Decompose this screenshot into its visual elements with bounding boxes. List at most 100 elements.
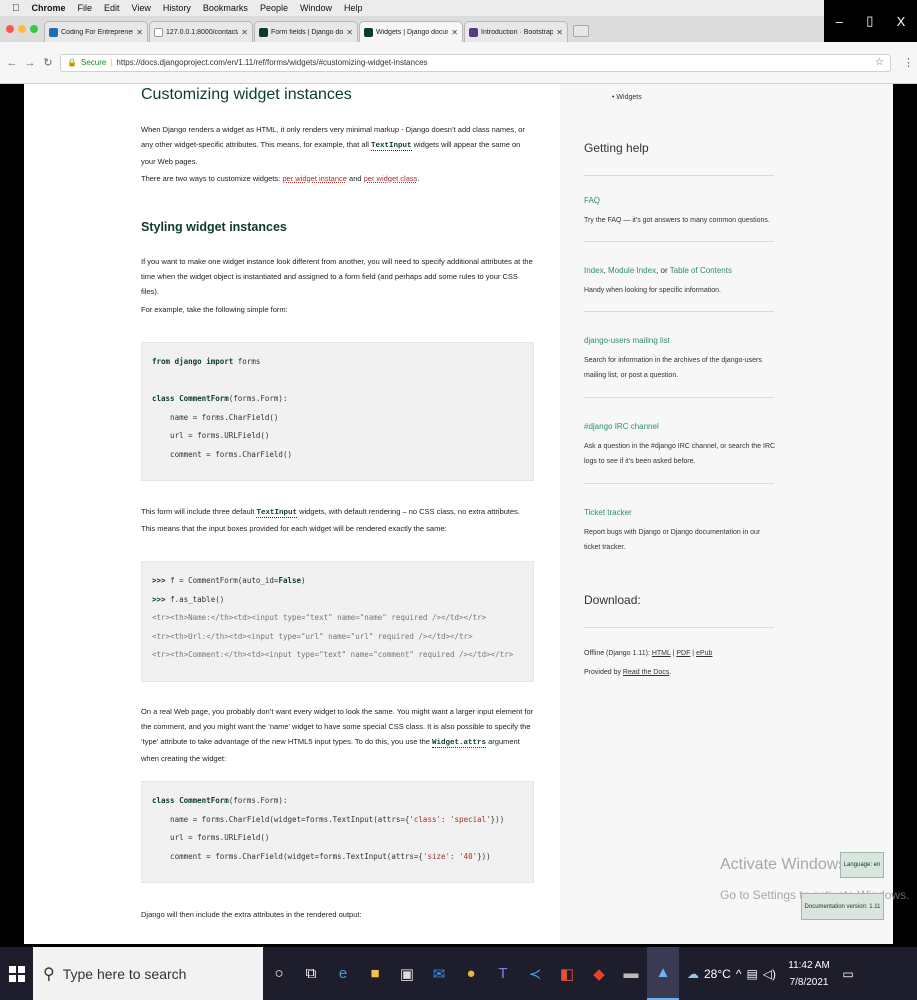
- code-block-attrs: class CommentForm(forms.Form): name = fo…: [141, 781, 534, 883]
- address-bar[interactable]: 🔒 Secure | https://docs.djangoproject.co…: [60, 53, 891, 72]
- tab-close-icon[interactable]: ✕: [556, 28, 563, 37]
- toc-item-widgets[interactable]: • Widgets: [612, 94, 642, 101]
- menu-bar:  Chrome File Edit View History Bookmark…: [0, 0, 824, 16]
- window-controls: – ▯ X: [824, 0, 917, 42]
- tab-close-icon[interactable]: ✕: [451, 28, 458, 37]
- teams-icon[interactable]: T: [487, 947, 519, 1000]
- tab-close-icon[interactable]: ✕: [346, 28, 353, 37]
- tab-widgets[interactable]: Widgets | Django documentat ✕: [359, 21, 463, 42]
- bootstrap-favicon-icon: [469, 27, 478, 37]
- file-explorer-icon[interactable]: ■: [359, 947, 391, 1000]
- link-index[interactable]: Index: [584, 266, 604, 275]
- link-ticket-tracker[interactable]: Ticket tracker: [584, 508, 632, 517]
- link-django-users-mailing-list[interactable]: django-users mailing list: [584, 336, 670, 345]
- clock[interactable]: 11:42 AM 7/8/2021: [784, 957, 834, 991]
- terminal-icon[interactable]: ▬: [615, 947, 647, 1000]
- windows-logo-icon: [8, 965, 25, 982]
- edge-icon[interactable]: e: [327, 947, 359, 1000]
- paragraph-default-rendering: This form will include three default Tex…: [141, 504, 536, 536]
- weather-icon[interactable]: ☁: [687, 967, 699, 981]
- paragraph-real-web-page: On a real Web page, you probably don’t w…: [141, 704, 536, 766]
- ticket-description: Report bugs with Django or Django docume…: [584, 529, 761, 551]
- divider: [584, 175, 774, 176]
- tab-bootstrap[interactable]: Introduction · Bootstrap ✕: [464, 21, 568, 42]
- link-faq[interactable]: FAQ: [584, 196, 600, 205]
- link-per-widget-instance[interactable]: per widget instance: [282, 174, 347, 183]
- divider: [584, 241, 774, 242]
- chrome-icon[interactable]: ●: [455, 947, 487, 1000]
- new-tab-button[interactable]: [573, 25, 589, 37]
- paragraph-two-ways: There are two ways to customize widgets:…: [141, 171, 536, 186]
- volume-icon[interactable]: ◁): [763, 967, 776, 981]
- language-badge[interactable]: Language: en: [840, 852, 884, 878]
- store-icon[interactable]: ▣: [391, 947, 423, 1000]
- url-text[interactable]: https://docs.djangoproject.com/en/1.11/r…: [116, 58, 871, 67]
- link-table-of-contents[interactable]: Table of Contents: [670, 266, 732, 275]
- link-module-index[interactable]: Module Index: [608, 266, 656, 275]
- menu-window[interactable]: Window: [300, 3, 332, 13]
- zoom-dot-icon[interactable]: [30, 25, 38, 33]
- task-view-icon[interactable]: ⧉: [295, 947, 327, 1000]
- back-arrow-icon[interactable]: ←: [6, 57, 18, 69]
- link-read-the-docs[interactable]: Read the Docs: [623, 669, 669, 676]
- start-button[interactable]: [0, 947, 33, 1000]
- git-icon[interactable]: ◆: [583, 947, 615, 1000]
- heading-styling-widget-instances: Styling widget instances: [141, 220, 287, 234]
- close-button[interactable]: X: [897, 14, 906, 29]
- django-favicon-icon: [364, 27, 373, 37]
- link-epub[interactable]: ePub: [696, 650, 712, 657]
- code-output-line: <tr><th>Name:</th><td><input type="text"…: [152, 613, 487, 622]
- menu-help[interactable]: Help: [344, 3, 363, 13]
- heading-download: Download:: [584, 593, 641, 607]
- apple-icon[interactable]: : [12, 3, 20, 14]
- chevron-up-icon[interactable]: ^: [736, 967, 742, 981]
- menu-file[interactable]: File: [78, 3, 93, 13]
- menu-bookmarks[interactable]: Bookmarks: [203, 3, 248, 13]
- search-icon: ⚲: [43, 965, 55, 983]
- lock-icon[interactable]: 🔒: [67, 58, 77, 67]
- kebab-menu-icon[interactable]: ⋮: [903, 56, 917, 69]
- link-pdf[interactable]: PDF: [676, 650, 690, 657]
- favicon-icon: [49, 27, 58, 37]
- divider: [584, 627, 774, 628]
- bookmark-star-icon[interactable]: ☆: [875, 57, 884, 68]
- menu-view[interactable]: View: [132, 3, 151, 13]
- link-django-irc-channel[interactable]: #django IRC channel: [584, 422, 659, 431]
- minimize-dot-icon[interactable]: [18, 25, 26, 33]
- code-widget-attrs[interactable]: Widget.attrs: [432, 739, 487, 748]
- network-icon[interactable]: ▤: [746, 967, 757, 981]
- code-textinput[interactable]: TextInput: [370, 142, 412, 151]
- tab-close-icon[interactable]: ✕: [241, 28, 248, 37]
- office-icon[interactable]: ◧: [551, 947, 583, 1000]
- menu-edit[interactable]: Edit: [104, 3, 120, 13]
- close-dot-icon[interactable]: [6, 25, 14, 33]
- faq-description: Try the FAQ — it's got answers to many c…: [584, 217, 770, 224]
- minimize-button[interactable]: –: [836, 14, 843, 29]
- tab-form-fields[interactable]: Form fields | Django documen ✕: [254, 21, 358, 42]
- active-app-icon[interactable]: ▲: [647, 947, 679, 1000]
- code-line: >>> f = CommentForm(auto_id=False): [152, 576, 306, 585]
- tab-coding-for-entrepreneurs[interactable]: Coding For Entrepreneurs ✕: [44, 21, 148, 42]
- weather-temp[interactable]: 28°C: [704, 967, 731, 981]
- menu-people[interactable]: People: [260, 3, 288, 13]
- mail-icon[interactable]: ✉: [423, 947, 455, 1000]
- cortana-icon[interactable]: ○: [263, 947, 295, 1000]
- django-favicon-icon: [259, 27, 268, 37]
- screen:  Chrome File Edit View History Bookmark…: [0, 0, 917, 1000]
- documentation-version-badge[interactable]: Documentation version: 1.11: [801, 893, 884, 920]
- code-line: comment = forms.CharField(widget=forms.T…: [152, 851, 491, 861]
- link-html[interactable]: HTML: [652, 650, 671, 657]
- forward-arrow-icon[interactable]: →: [24, 57, 36, 69]
- reload-icon[interactable]: ↻: [42, 56, 54, 69]
- link-per-widget-class[interactable]: per widget class: [364, 174, 418, 183]
- tab-close-icon[interactable]: ✕: [136, 28, 143, 37]
- restore-button[interactable]: ▯: [866, 13, 873, 29]
- code-line: name = forms.CharField(): [152, 412, 279, 422]
- notification-icon[interactable]: ▭: [836, 967, 860, 981]
- menu-history[interactable]: History: [163, 3, 191, 13]
- vscode-icon[interactable]: ≺: [519, 947, 551, 1000]
- menu-app-chrome[interactable]: Chrome: [32, 3, 66, 13]
- tab-localhost-contact[interactable]: 127.0.0.1:8000/contact/ ✕: [149, 21, 253, 42]
- taskbar-search[interactable]: ⚲ Type here to search: [33, 947, 263, 1000]
- code-textinput[interactable]: TextInput: [256, 509, 297, 518]
